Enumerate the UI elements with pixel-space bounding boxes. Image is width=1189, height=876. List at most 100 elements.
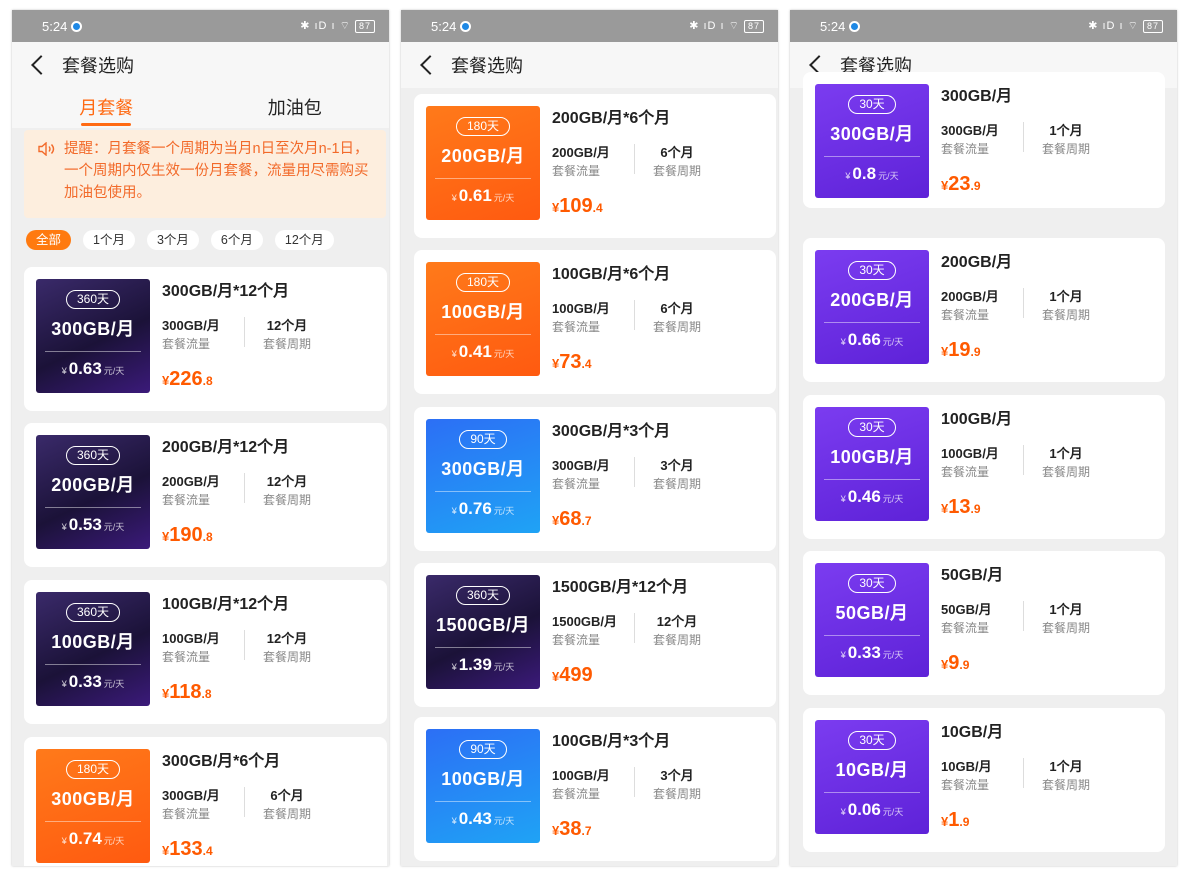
daily-cost-value: 0.41 <box>458 342 492 361</box>
flow-spec: 100GB/月 套餐流量 <box>941 443 1023 480</box>
daily-unit: 元/天 <box>493 662 515 672</box>
badge-capacity: 50GB/月 <box>835 603 909 623</box>
badge-divider <box>435 178 531 179</box>
daily-currency: ¥ <box>845 171 851 181</box>
plan-specs: 200GB/月 套餐流量 1个月 套餐周期 <box>941 286 1155 323</box>
plan-card[interactable]: 30天 200GB/月 ¥0.66 元/天 200GB/月 200GB/月 套餐流量 1个月套… <box>803 238 1165 382</box>
plan-specs: 100GB/月 套餐流量 3个月 套餐周期 <box>552 765 766 802</box>
plan-card[interactable]: 90天 100GB/月 ¥0.43 元/天 100GB/月*3个月 100GB/月 套餐流量… <box>414 717 776 861</box>
plan-price: ¥109.4 <box>552 195 766 218</box>
badge-divider <box>45 821 141 822</box>
price-integer: 23 <box>948 173 971 195</box>
daily-cost: ¥0.06 元/天 <box>815 800 929 820</box>
period-spec: 12个月 套餐周期 <box>653 611 701 648</box>
period-label: 套餐周期 <box>263 493 312 507</box>
daily-cost-value: 0.33 <box>68 672 102 691</box>
plan-card[interactable]: 90天 300GB/月 ¥0.76 元/天 300GB/月*3个月 300GB/月 套餐流量… <box>414 407 776 551</box>
plan-card[interactable]: 30天 300GB/月 ¥0.8 元/天 300GB/月 300GB/月 套餐流量 1个月 套餐… <box>803 72 1165 208</box>
price-integer: 118 <box>169 681 202 703</box>
plan-price: ¥68.7 <box>552 508 766 531</box>
nav-bar: 套餐选购 <box>12 42 389 88</box>
flow-label: 套餐流量 <box>162 807 211 821</box>
filter-chip-3-months[interactable]: 3个月 <box>146 230 199 250</box>
filter-chip-all[interactable]: 全部 <box>26 230 72 250</box>
badge-capacity: 300GB/月 <box>441 459 525 479</box>
badge-capacity: 300GB/月 <box>51 789 135 809</box>
price-integer: 109 <box>559 195 593 217</box>
flow-label: 套餐流量 <box>552 787 601 801</box>
period-spec: 1个月 套餐周期 <box>1042 120 1090 157</box>
daily-cost-value: 0.61 <box>458 186 492 205</box>
period-label: 套餐周期 <box>653 477 702 491</box>
plan-card[interactable]: 180天 200GB/月 ¥0.61 元/天 200GB/月*6个月 200GB/月 套餐流… <box>414 94 776 238</box>
filter-chip-1-month[interactable]: 1个月 <box>83 230 135 250</box>
plan-card[interactable]: 360天 300GB/月 ¥0.63 元/天 300GB/月*12个月 300GB/月 套餐… <box>24 267 387 411</box>
badge-capacity: 200GB/月 <box>51 475 135 495</box>
flow-spec: 100GB/月 套餐流量 <box>162 628 244 665</box>
daily-cost: ¥0.74 元/天 <box>36 829 150 849</box>
flow-label: 套餐流量 <box>552 633 601 647</box>
badge-divider <box>435 647 531 648</box>
plan-card[interactable]: 180天 100GB/月 ¥0.41 元/天 100GB/月*6个月 100GB/月 套餐流… <box>414 250 776 394</box>
daily-unit: 元/天 <box>882 494 904 504</box>
daily-unit: 元/天 <box>882 650 904 660</box>
plan-price: ¥499 <box>552 664 766 687</box>
period-value: 1个月 <box>1049 289 1083 304</box>
badge-divider <box>45 351 141 352</box>
flow-spec: 100GB/月 套餐流量 <box>552 765 634 802</box>
spec-divider <box>244 787 245 817</box>
back-icon[interactable] <box>12 42 52 88</box>
flow-spec: 200GB/月 套餐流量 <box>162 471 244 508</box>
price-integer: 226 <box>169 368 203 390</box>
plan-name: 100GB/月*12个月 <box>162 596 290 613</box>
tab-booster-pack[interactable]: 加油包 <box>201 88 390 128</box>
flow-label: 套餐流量 <box>941 621 990 635</box>
flow-value: 300GB/月 <box>162 318 220 333</box>
period-value: 12个月 <box>266 318 308 333</box>
daily-unit: 元/天 <box>103 366 125 376</box>
plan-badge: 360天 100GB/月 ¥0.33 元/天 <box>36 592 150 706</box>
filter-chip-6-months[interactable]: 6个月 <box>210 230 263 250</box>
daily-unit: 元/天 <box>493 506 515 516</box>
price-decimal: .4 <box>202 844 213 858</box>
daily-cost-value: 0.53 <box>68 515 102 534</box>
signal-icons: ✱ ıD ı ⌔ <box>300 20 351 32</box>
plan-card[interactable]: 30天 50GB/月 ¥0.33 元/天 50GB/月 50GB/月 套餐流量 1个月 套餐周期… <box>803 551 1165 695</box>
plan-info: 200GB/月*6个月 200GB/月 套餐流量 6个月 套餐周期 ¥109.4 <box>552 104 766 218</box>
plan-price: ¥13.9 <box>941 496 1155 519</box>
spec-divider <box>1023 758 1024 788</box>
back-icon[interactable] <box>401 42 441 88</box>
badge-capacity: 100GB/月 <box>441 769 525 789</box>
daily-cost-value: 0.8 <box>852 164 877 183</box>
period-label: 套餐周期 <box>653 787 702 801</box>
daily-currency: ¥ <box>451 193 457 203</box>
plan-name: 100GB/月*6个月 <box>552 266 671 283</box>
period-value: 12个月 <box>266 474 308 489</box>
price-decimal: .9 <box>970 502 981 516</box>
plan-card[interactable]: 360天 100GB/月 ¥0.33 元/天 100GB/月*12个月 100GB/月 套餐… <box>24 580 387 724</box>
page-title: 套餐选购 <box>62 56 134 76</box>
notification-icon <box>71 20 83 32</box>
notice-text: 提醒：月套餐一个周期为当月n日至次月n-1日，一个周期内仅生效一份月套餐，流量用… <box>64 141 369 201</box>
duration-pill: 30天 <box>848 95 896 114</box>
tab-monthly-plan[interactable]: 月套餐 <box>12 88 201 128</box>
plan-card[interactable]: 360天 1500GB/月 ¥1.39 元/天 1500GB/月*12个月 1500GB/… <box>414 563 776 707</box>
flow-value: 100GB/月 <box>162 631 220 646</box>
flow-value: 50GB/月 <box>941 602 992 617</box>
duration-pill: 360天 <box>65 446 121 465</box>
plan-price: ¥1.9 <box>941 809 1155 832</box>
daily-cost-value: 0.76 <box>458 499 492 518</box>
plan-card[interactable]: 30天 100GB/月 ¥0.46 元/天 100GB/月 100GB/月 套餐流量 1个月套… <box>803 395 1165 539</box>
plan-name: 200GB/月*6个月 <box>552 110 671 127</box>
duration-pill: 360天 <box>455 586 511 605</box>
plan-card[interactable]: 30天 10GB/月 ¥0.06 元/天 10GB/月 10GB/月 套餐流量 1个月 套餐周期… <box>803 708 1165 852</box>
plan-card[interactable]: 180天 300GB/月 ¥0.74 元/天 300GB/月*6个月 300GB/月 套餐流… <box>24 737 387 866</box>
plan-card[interactable]: 360天 200GB/月 ¥0.53 元/天 200GB/月*12个月 200GB/月 套餐… <box>24 423 387 567</box>
badge-divider <box>824 792 920 793</box>
daily-cost: ¥1.39 元/天 <box>426 655 540 675</box>
daily-unit: 元/天 <box>882 807 904 817</box>
flow-value: 100GB/月 <box>941 446 999 461</box>
plan-info: 50GB/月 50GB/月 套餐流量 1个月 套餐周期 ¥9.9 <box>941 561 1155 675</box>
filter-chip-12-months[interactable]: 12个月 <box>274 230 334 250</box>
nav-bar: 套餐选购 <box>401 42 778 88</box>
